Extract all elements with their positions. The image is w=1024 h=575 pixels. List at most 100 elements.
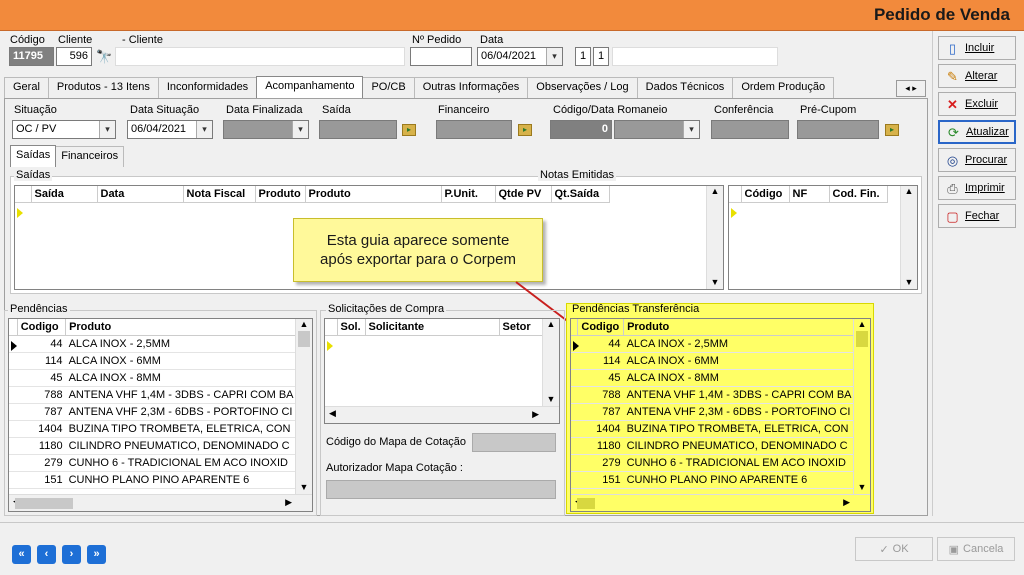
table-row[interactable]: 1180 CILINDRO PNEUMATICO, DENOMINADO C	[571, 437, 855, 455]
scroll-thumb[interactable]	[298, 331, 310, 347]
folder-icon[interactable]: ▸	[885, 124, 899, 136]
col-solicitante[interactable]: Solicitante	[365, 319, 500, 336]
col-setor[interactable]: Setor	[499, 319, 544, 336]
binoculars-icon[interactable]: 🔭	[96, 49, 112, 65]
chevron-up-icon[interactable]: ▲	[707, 186, 723, 196]
data-finalizada-field[interactable]: ▾	[223, 120, 309, 139]
table-row[interactable]: 45 ALCA INOX - 8MM	[571, 369, 855, 387]
pendencias-hscroll[interactable]: ◀▶	[9, 494, 312, 511]
tab-po-cb[interactable]: PO/CB	[362, 77, 415, 98]
pendencias-grid[interactable]: Codigo Produto 44 ALCA INOX - 2,5MM 114 ALC…	[8, 318, 313, 512]
col-qt-saida[interactable]: Qt.Saída	[551, 186, 610, 203]
table-row[interactable]: 1404 BUZINA TIPO TROMBETA, ELETRICA, CON	[9, 420, 297, 438]
scroll-thumb[interactable]	[856, 331, 868, 347]
col-cod-fin[interactable]: Cod. Fin.	[829, 186, 888, 203]
chevron-up-icon[interactable]: ▲	[296, 319, 312, 329]
table-row[interactable]: 787 ANTENA VHF 2,3M - 6DBS - PORTOFINO CI	[571, 403, 855, 421]
tab-observacoes[interactable]: Observações / Log	[527, 77, 638, 98]
col-nf[interactable]: NF	[789, 186, 830, 203]
solicitacoes-grid[interactable]: Sol. Solicitante Setor ▲ ▼ ◀ ▶	[324, 318, 560, 424]
transferencia-vscroll[interactable]: ▲ ▼	[853, 319, 870, 494]
col-produto[interactable]: Produto	[305, 186, 442, 203]
table-row[interactable]: 279 CUNHO 6 - TRADICIONAL EM ACO INOXID	[571, 454, 855, 472]
table-row[interactable]: 151 CUNHO PLANO PINO APARENTE 6	[9, 471, 297, 489]
chevron-left-icon[interactable]: ◀	[325, 408, 336, 418]
col-codigo[interactable]: Codigo	[17, 319, 67, 336]
subtab-financeiros[interactable]: Financeiros	[55, 146, 125, 167]
col-sol[interactable]: Sol.	[337, 319, 366, 336]
subtab-saidas[interactable]: Saídas	[10, 145, 57, 167]
solicitacoes-vscroll[interactable]: ▲ ▼	[542, 319, 559, 406]
folder-icon[interactable]: ▸	[402, 124, 416, 136]
transferencia-grid[interactable]: Codigo Produto 44 ALCA INOX - 2,5MM 114 ALC…	[570, 318, 871, 512]
table-row[interactable]: 1404 BUZINA TIPO TROMBETA, ELETRICA, CON	[571, 420, 855, 438]
col-saida[interactable]: Saída	[31, 186, 98, 203]
chevron-right-icon[interactable]: ▶	[285, 497, 292, 508]
table-row[interactable]: 151 CUNHO PLANO PINO APARENTE 6	[571, 471, 855, 489]
folder-icon[interactable]: ▸	[518, 124, 532, 136]
chevron-down-icon[interactable]: ▼	[296, 482, 312, 492]
col-qtde-pv[interactable]: Qtde PV	[495, 186, 552, 203]
table-row[interactable]: 788 ANTENA VHF 1,4M - 3DBS - CAPRI COM BA	[571, 386, 855, 404]
solicitacoes-hscroll[interactable]: ◀ ▶	[325, 406, 559, 423]
next-record-icon[interactable]: ›	[62, 545, 81, 564]
table-row[interactable]: 1180 CILINDRO PNEUMATICO, DENOMINADO C	[9, 437, 297, 455]
last-record-icon[interactable]: »	[87, 545, 106, 564]
tab-scroll-buttons[interactable]: ◂ ▸	[896, 80, 926, 97]
alterar-button[interactable]: ✎ Alterar	[938, 64, 1016, 88]
data-field[interactable]: 06/04/2021 ▾	[477, 47, 563, 66]
tab-geral[interactable]: Geral	[4, 77, 49, 98]
table-row[interactable]: 279 CUNHO 6 - TRADICIONAL EM ACO INOXID	[9, 454, 297, 472]
scroll-thumb[interactable]	[577, 498, 595, 509]
chevron-down-icon[interactable]: ▼	[901, 277, 917, 287]
table-row[interactable]: 787 ANTENA VHF 2,3M - 6DBS - PORTOFINO CI	[9, 403, 297, 421]
tab-dados-tecnicos[interactable]: Dados Técnicos	[636, 77, 734, 98]
col-data[interactable]: Data	[97, 186, 184, 203]
first-record-icon[interactable]: «	[12, 545, 31, 564]
notas-vscroll[interactable]: ▲ ▼	[900, 186, 917, 289]
chevron-down-icon[interactable]: ▼	[707, 277, 723, 287]
table-row[interactable]: 45 ALCA INOX - 8MM	[9, 369, 297, 387]
romaneio-date-field[interactable]: ▾	[614, 120, 700, 139]
fechar-button[interactable]: ▢ Fechar	[938, 204, 1016, 228]
chevron-right-icon[interactable]: ▶	[843, 497, 850, 508]
data-situacao-field[interactable]: 06/04/2021 ▾	[127, 120, 213, 139]
imprimir-button[interactable]: ⎙ Imprimir	[938, 176, 1016, 200]
num2-field[interactable]: 1	[593, 47, 609, 66]
col-produto[interactable]: Produto	[65, 319, 297, 336]
cancela-button[interactable]: ▣ Cancela	[937, 537, 1015, 561]
table-row[interactable]: 114 ALCA INOX - 6MM	[9, 352, 297, 370]
chevron-down-icon[interactable]: ▾	[196, 121, 212, 138]
tab-produtos[interactable]: Produtos - 13 Itens	[47, 77, 159, 98]
previous-record-icon[interactable]: ‹	[37, 545, 56, 564]
procurar-button[interactable]: ◎ Procurar	[938, 148, 1016, 172]
ok-button[interactable]: ✓ OK	[855, 537, 933, 561]
col-produto[interactable]: Produto	[623, 319, 855, 336]
saidas-vscroll[interactable]: ▲ ▼	[706, 186, 723, 289]
col-codigo[interactable]: Codigo	[577, 319, 625, 336]
notas-emitidas-grid[interactable]: Código NF Cod. Fin. ▲ ▼	[728, 185, 918, 290]
table-row[interactable]: 788 ANTENA VHF 1,4M - 3DBS - CAPRI COM BA	[9, 386, 297, 404]
pendencias-vscroll[interactable]: ▲ ▼	[295, 319, 312, 494]
incluir-button[interactable]: ▯ Incluir	[938, 36, 1016, 60]
tab-acompanhamento[interactable]: Acompanhamento	[256, 76, 364, 98]
chevron-up-icon[interactable]: ▲	[901, 186, 917, 196]
col-codigo[interactable]: Código	[741, 186, 790, 203]
cliente-field[interactable]: 596	[56, 47, 92, 66]
codigo-field[interactable]: 11795	[9, 47, 54, 66]
chevron-right-icon[interactable]: ▶	[532, 409, 539, 420]
table-row[interactable]: 44 ALCA INOX - 2,5MM	[571, 335, 855, 353]
atualizar-button[interactable]: ⟳ Atualizar	[938, 120, 1016, 144]
transferencia-hscroll[interactable]: ◀▶	[571, 494, 870, 511]
situacao-select[interactable]: OC / PV ▾	[12, 120, 116, 139]
col-produto-code[interactable]: Produto	[255, 186, 306, 203]
col-nota-fiscal[interactable]: Nota Fiscal	[183, 186, 256, 203]
pedido-field[interactable]	[410, 47, 472, 66]
chevron-down-icon[interactable]: ▾	[546, 48, 562, 65]
table-row[interactable]: 114 ALCA INOX - 6MM	[571, 352, 855, 370]
romaneio-code-field[interactable]: 0	[550, 120, 612, 139]
excluir-button[interactable]: ✕ Excluir	[938, 92, 1016, 116]
tab-inconformidades[interactable]: Inconformidades	[157, 77, 258, 98]
num1-field[interactable]: 1	[575, 47, 591, 66]
col-p-unit[interactable]: P.Unit.	[441, 186, 496, 203]
